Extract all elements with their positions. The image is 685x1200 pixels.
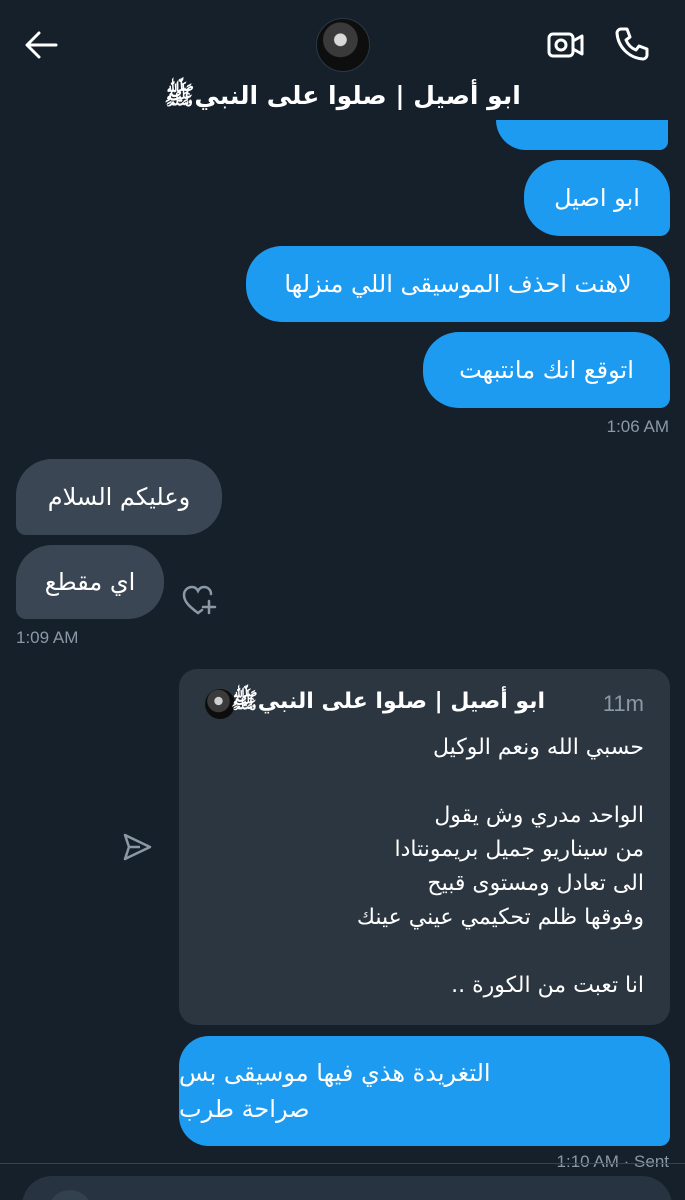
conversation-header: ابو أصيل | صلوا على النبيﷺ (0, 0, 685, 120)
message-line: صراحة طرب (179, 1095, 310, 1123)
video-call-icon (547, 32, 584, 58)
tweet-line: انا تعبت من الكورة .. (451, 973, 644, 998)
message-status: 1:10 AM · Sent (556, 1152, 669, 1171)
message-timestamp: 1:06 AM (606, 417, 669, 436)
composer-action-icon[interactable] (48, 1190, 92, 1200)
tweet-time: 11m (602, 691, 644, 716)
contact-name[interactable]: ابو أصيل | صلوا على النبيﷺ (0, 80, 685, 117)
tweet-text: حسبي الله ونعم الوكيل الواحد مدري وش يقو… (204, 731, 644, 1003)
share-icon (123, 833, 152, 861)
message-line: التغريدة هذي فيها موسيقى بس (179, 1059, 491, 1087)
phone-call-button[interactable] (612, 24, 652, 64)
tweet-line: حسبي الله ونعم الوكيل (432, 735, 644, 760)
tweet-line (204, 935, 644, 969)
share-button[interactable] (120, 830, 154, 864)
phone-icon (615, 27, 649, 61)
video-call-button[interactable] (546, 26, 586, 64)
back-arrow-icon (25, 31, 58, 59)
message-composer[interactable] (22, 1176, 672, 1200)
message-bubble-sent[interactable]: ابو اصيل (524, 160, 670, 236)
tweet-author-name: ابو أصيل | صلوا على النبيﷺ (231, 689, 545, 714)
tweet-line: من سيناريو جميل بريمونتادا (394, 837, 645, 862)
message-bubble-sent[interactable]: اتوقع انك مانتبهت (423, 332, 670, 408)
avatar[interactable] (316, 18, 370, 72)
back-button[interactable] (22, 26, 60, 64)
message-bubble-received[interactable]: اي مقطع (16, 545, 164, 619)
tweet-line (204, 765, 644, 799)
message-bubble-sent[interactable]: التغريدة هذي فيها موسيقى بس صراحة طرب (179, 1036, 670, 1146)
message-bubble-received[interactable]: وعليكم السلام (16, 459, 222, 535)
divider (0, 1163, 685, 1164)
add-reaction-button[interactable] (180, 583, 218, 619)
add-reaction-icon (182, 585, 217, 615)
message-bubble-sent[interactable]: لاهنت احذف الموسيقى اللي منزلها (246, 246, 670, 322)
tweet-line: الى تعادل ومستوى قبيح (427, 871, 644, 896)
tweet-line: وفوقها ظلم تحكيمي عيني عينك (356, 905, 644, 930)
message-timestamp: 1:09 AM (16, 628, 79, 647)
shared-tweet-card[interactable]: ابو أصيل | صلوا على النبيﷺ 11m حسبي الله… (179, 669, 670, 1025)
tweet-line: الواحد مدري وش يقول (434, 803, 644, 828)
